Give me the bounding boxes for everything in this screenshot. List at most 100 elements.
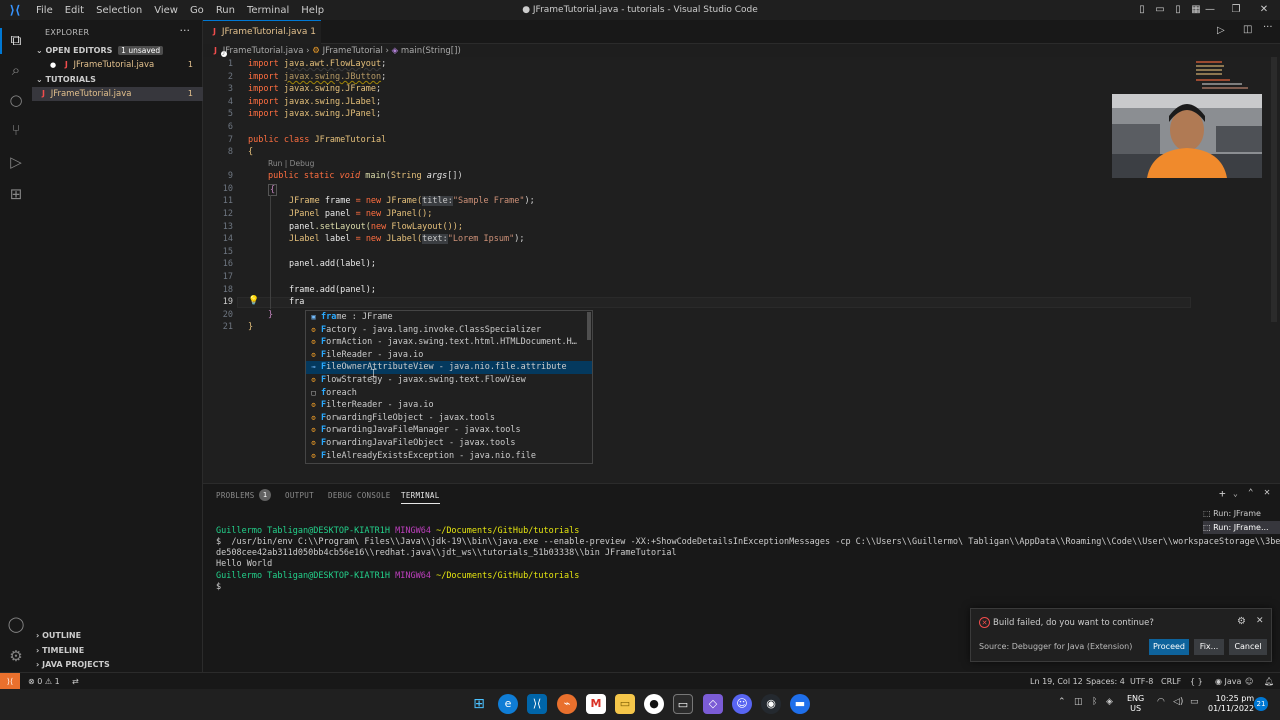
restore-icon[interactable]: ❐ (1222, 0, 1250, 20)
codelens-run-debug[interactable]: Run | Debug (268, 159, 314, 168)
eol-status[interactable]: CRLF (1161, 673, 1181, 690)
menu-file[interactable]: File (30, 5, 59, 16)
terminal-session-item-active[interactable]: ⬚ Run: JFrame... (1203, 521, 1280, 534)
suggestion-item[interactable]: ⚙ ForwardingJavaFileObject - javax.tools (306, 437, 592, 450)
windows-start-icon[interactable]: ⊞ (469, 694, 489, 714)
menu-go[interactable]: Go (184, 5, 210, 16)
tree-file-item[interactable]: J JFrameTutorial.java 1 (32, 87, 203, 101)
file-explorer-icon[interactable]: ▭ (615, 694, 635, 714)
source-control-icon[interactable]: ⑂ (6, 120, 26, 140)
chevron-up-icon[interactable]: ⌃ (1248, 488, 1253, 498)
breadcrumb-method[interactable]: main(String[]) (401, 46, 461, 56)
chevron-up-icon[interactable]: ⌃ (1058, 697, 1066, 707)
open-editors-section[interactable]: ⌄ OPEN EDITORS 1 unsaved (32, 44, 203, 58)
cancel-button[interactable]: Cancel (1229, 639, 1267, 655)
close-notification-icon[interactable]: ✕ (1256, 616, 1264, 626)
tab-debug-console[interactable]: DEBUG CONSOLE (328, 491, 391, 500)
proceed-button[interactable]: Proceed (1149, 639, 1189, 655)
notifications-bell-icon[interactable]: 🔔︎ (1264, 673, 1274, 690)
github-desktop-icon[interactable]: ◉ (761, 694, 781, 714)
editor-scrollbar[interactable] (1271, 57, 1277, 322)
braces-icon[interactable]: { } (1190, 673, 1203, 690)
fix-button[interactable]: Fix... (1194, 639, 1224, 655)
manage-gear-icon[interactable]: ⚙ (6, 646, 26, 666)
account-icon[interactable]: ◯ (6, 614, 26, 634)
suggestion-item[interactable]: ⚙ FileAlreadyExistsException - java.nio.f… (306, 450, 592, 463)
menu-view[interactable]: View (148, 5, 184, 16)
menu-selection[interactable]: Selection (90, 5, 148, 16)
minimap[interactable] (1196, 59, 1266, 99)
terminal-taskbar-icon[interactable]: ▭ (673, 694, 693, 714)
suggestion-item-selected[interactable]: ⊸ FileOwnerAttributeView - java.nio.file.… (306, 361, 592, 374)
notification-count-badge[interactable]: 21 (1254, 697, 1268, 711)
problems-status[interactable]: ⊗ 0 ⚠ 1 (28, 673, 60, 690)
edge-browser-icon[interactable]: e (498, 694, 518, 714)
tab-problems[interactable]: PROBLEMS (216, 491, 255, 500)
suggestion-item[interactable]: ⚙ ForwardingFileObject - javax.tools (306, 412, 592, 425)
run-java-icon[interactable]: ▷ (1217, 25, 1225, 36)
feedback-icon[interactable]: ☺ (1245, 673, 1253, 690)
battery-icon[interactable]: ▭ (1190, 697, 1199, 707)
git-client-icon[interactable]: ⌁ (557, 694, 577, 714)
app-icon[interactable]: ◇ (703, 694, 723, 714)
clock[interactable]: 10:25 pm 01/11/2022 (1208, 694, 1254, 714)
suggestion-item[interactable]: ⚙ ForwardingJavaFileManager - javax.tools (306, 424, 592, 437)
app-icon[interactable]: ● (644, 694, 664, 714)
menu-help[interactable]: Help (295, 5, 330, 16)
menu-run[interactable]: Run (210, 5, 241, 16)
folder-tutorials[interactable]: ⌄ TUTORIALS (32, 73, 203, 87)
wifi-icon[interactable]: ◠ (1157, 697, 1165, 707)
close-panel-icon[interactable]: ✕ (1264, 487, 1270, 498)
language-status[interactable]: ◉ Java (1215, 673, 1241, 690)
menu-edit[interactable]: Edit (59, 5, 90, 16)
breadcrumb-file[interactable]: JFrameTutorial.java (223, 46, 304, 56)
extensions-icon[interactable]: ⊞ (6, 184, 26, 204)
tray-icon[interactable]: ◫ (1074, 697, 1083, 707)
cursor-position[interactable]: Ln 19, Col 12 (1030, 673, 1083, 690)
chevron-down-icon[interactable]: ⌄ (1233, 489, 1238, 498)
search-view-icon[interactable]: ○ (6, 90, 26, 110)
vscode-taskbar-icon[interactable]: ⟩⟨ (527, 694, 547, 714)
remote-indicator-icon[interactable]: ⟩⟨ (0, 673, 20, 690)
suggest-scrollbar[interactable] (587, 312, 591, 340)
tab-jframetutorial[interactable]: J JFrameTutorial.java 1 (203, 20, 321, 57)
sync-icon[interactable]: ⇄ (72, 673, 79, 690)
notification-gear-icon[interactable]: ⚙ (1237, 616, 1246, 627)
open-editor-item[interactable]: ● J JFrameTutorial.java 1 (32, 58, 203, 72)
suggestion-item[interactable]: ⚙ FilterReader - java.io (306, 399, 592, 412)
terminal-session-item[interactable]: ⬚ Run: JFrame (1203, 507, 1280, 520)
suggestion-item[interactable]: ⚙ FormAction - javax.swing.text.html.HTML… (306, 336, 592, 349)
outline-section[interactable]: › OUTLINE (32, 629, 203, 643)
tray-icon[interactable]: ◈ (1106, 697, 1113, 707)
close-window-icon[interactable]: ✕ (1250, 0, 1278, 20)
lightbulb-icon[interactable]: 💡 (248, 296, 259, 306)
gmail-icon[interactable]: M (586, 694, 606, 714)
tab-output[interactable]: OUTPUT (285, 491, 314, 500)
more-actions-icon[interactable]: ··· (1263, 22, 1273, 33)
breadcrumb-class[interactable]: JFrameTutorial (323, 46, 383, 56)
tab-terminal[interactable]: TERMINAL (401, 491, 440, 504)
suggestion-item[interactable]: ⚙ FlowStrategy - javax.swing.text.FlowVie… (306, 374, 592, 387)
discord-icon[interactable]: ☺ (732, 694, 752, 714)
suggestion-item[interactable]: ▣ frame : JFrame (306, 311, 592, 324)
run-debug-icon[interactable]: ▷ (6, 152, 26, 172)
explorer-icon[interactable]: ⧉ (6, 30, 26, 50)
menu-terminal[interactable]: Terminal (241, 5, 295, 16)
new-terminal-icon[interactable]: + (1219, 487, 1226, 500)
indentation-status[interactable]: Spaces: 4 (1086, 673, 1125, 690)
input-language[interactable]: ENG US (1127, 694, 1144, 714)
terminal-prompt[interactable]: $ (216, 582, 221, 592)
bluetooth-icon[interactable]: ᛒ (1092, 697, 1097, 707)
app-icon[interactable]: ▬ (790, 694, 810, 714)
minimize-icon[interactable]: — (1196, 0, 1224, 20)
suggestion-item[interactable]: ⚙ FileReader - java.io (306, 349, 592, 362)
split-editor-icon[interactable]: ◫ (1243, 24, 1252, 35)
suggestion-item[interactable]: ⚙ Factory - java.lang.invoke.ClassSpecial… (306, 324, 592, 337)
volume-icon[interactable]: ◁) (1173, 697, 1183, 707)
more-actions-icon[interactable]: ··· (180, 24, 191, 37)
suggestion-item[interactable]: □ foreach (306, 387, 592, 400)
encoding-status[interactable]: UTF-8 (1130, 673, 1153, 690)
timeline-section[interactable]: › TIMELINE (32, 644, 203, 658)
java-projects-section[interactable]: › JAVA PROJECTS (32, 658, 203, 672)
search-icon[interactable]: ⌕ (6, 60, 26, 80)
